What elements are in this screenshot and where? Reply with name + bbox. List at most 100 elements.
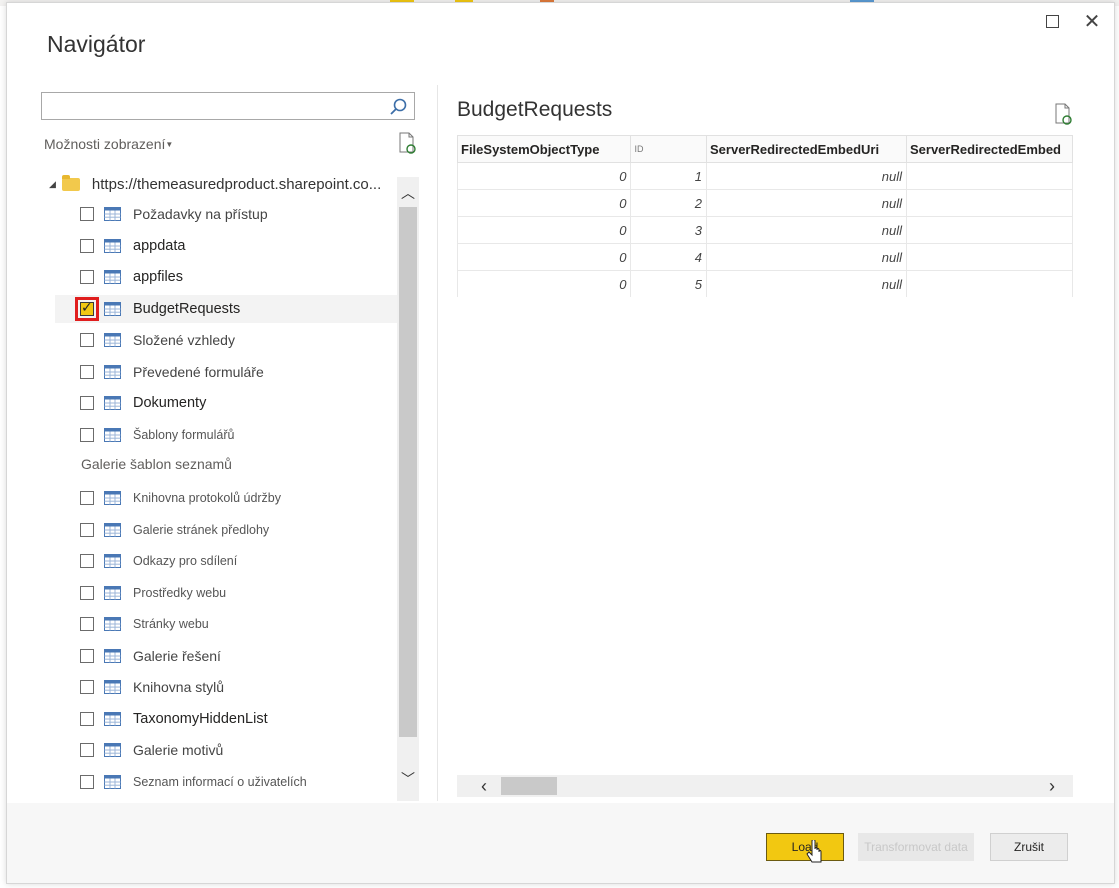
group-label: Galerie šablon seznamů: [81, 456, 232, 472]
tree-item-label: Galerie motivů: [133, 742, 224, 758]
table-icon: [104, 301, 121, 316]
tree-item[interactable]: appdata: [55, 232, 403, 260]
tree-item[interactable]: Dokumenty: [55, 389, 403, 417]
checkbox[interactable]: [80, 711, 94, 726]
close-icon[interactable]: ✕: [1081, 11, 1103, 33]
load-button[interactable]: Load: [766, 833, 844, 861]
tree-item[interactable]: Stránky webu: [55, 610, 403, 638]
scroll-up-icon[interactable]: ︿: [397, 183, 419, 205]
expand-triangle-icon[interactable]: ◢: [49, 179, 56, 190]
table-icon: [104, 680, 121, 694]
tree-item[interactable]: Složené vzhledy: [55, 326, 403, 354]
checkbox[interactable]: [80, 207, 94, 221]
table-row: 0 5 null: [457, 270, 1073, 297]
tree-item[interactable]: appfiles: [55, 263, 403, 291]
tree-root-site[interactable]: ◢ https://themeasuredproduct.sharepoint.…: [49, 173, 381, 195]
preview-refresh-icon[interactable]: [1053, 103, 1073, 125]
tree-root-label: https://themeasuredproduct.sharepoint.co…: [91, 175, 382, 193]
tree-item-label: Šablony formulářů: [133, 427, 235, 442]
scrollbar-thumb[interactable]: [399, 207, 417, 737]
table-cell: 2: [630, 189, 707, 217]
checkbox[interactable]: [80, 396, 94, 410]
tree-item-label: BudgetRequests: [133, 300, 241, 317]
table-icon: [104, 427, 121, 442]
column-header: FileSystemObjectType: [457, 135, 632, 163]
scroll-left-icon[interactable]: ‹: [473, 775, 495, 797]
scroll-right-icon[interactable]: ›: [1041, 775, 1063, 797]
table-icon: [104, 333, 121, 347]
checkbox[interactable]: [80, 648, 94, 663]
navigator-dialog: Navigátor ✕ Možnosti zobrazení▼ ◢ https:…: [6, 2, 1115, 884]
tree-item[interactable]: Knihovna protokolů údržby: [55, 484, 403, 512]
search-icon[interactable]: [388, 97, 408, 117]
checkbox[interactable]: [80, 491, 94, 505]
table-cell: null: [706, 189, 907, 217]
tree-item[interactable]: Galerie motivů: [55, 736, 403, 764]
scroll-down-icon[interactable]: ﹀: [397, 769, 419, 791]
table-icon: [104, 207, 121, 221]
search-input[interactable]: [41, 92, 415, 120]
navigator-tree: ◢ https://themeasuredproduct.sharepoint.…: [41, 167, 431, 801]
tree-item[interactable]: Knihovna stylů: [55, 673, 403, 701]
chevron-down-icon: ▼: [165, 140, 174, 149]
table-cell: null: [706, 216, 907, 244]
table-icon: [104, 270, 121, 284]
table-cell: 4: [630, 243, 707, 271]
tree-item[interactable]: Galerie stránek předlohy: [55, 516, 403, 544]
tree-item[interactable]: Prostředky webu: [55, 579, 403, 607]
preview-horizontal-scrollbar[interactable]: ‹ ›: [457, 775, 1073, 797]
checkbox[interactable]: [80, 680, 94, 694]
table-row: 0 3 null: [457, 216, 1073, 244]
checkbox[interactable]: [80, 299, 94, 316]
tree-item-label: Dokumenty: [133, 395, 207, 411]
tree-item-label: Převedené formuláře: [133, 363, 264, 380]
preview-table: FileSystemObjectType ID ServerRedirected…: [457, 135, 1073, 297]
checkbox[interactable]: [80, 238, 94, 253]
maximize-icon[interactable]: [1041, 11, 1063, 33]
checkbox[interactable]: [80, 554, 94, 568]
checkbox[interactable]: [80, 743, 94, 757]
tree-scrollbar[interactable]: ︿ ﹀: [397, 177, 419, 801]
table-cell: 0: [457, 162, 632, 190]
horizontal-scrollbar-thumb[interactable]: [501, 777, 557, 795]
checkbox[interactable]: [80, 774, 94, 789]
tree-item[interactable]: TaxonomyHiddenList: [55, 705, 403, 733]
table-cell: null: [706, 270, 907, 297]
table-icon: [104, 491, 121, 505]
table-icon: [104, 364, 121, 379]
tree-item-label: Prostředky webu: [133, 585, 227, 600]
table-cell: 1: [630, 162, 707, 190]
tree-item[interactable]: Seznam informací o uživatelích: [55, 768, 403, 796]
tree-item-label: Požadavky na přístup: [133, 206, 268, 222]
column-header: ServerRedirectedEmbed: [905, 135, 1073, 163]
checkbox[interactable]: [80, 333, 94, 347]
preview-grid: FileSystemObjectType ID ServerRedirected…: [457, 135, 1073, 297]
tree-item[interactable]: Převedené formuláře: [55, 358, 403, 386]
table-cell: 0: [457, 270, 632, 297]
checkbox[interactable]: [80, 427, 94, 442]
table-icon: [104, 617, 121, 631]
checkbox[interactable]: [80, 585, 94, 600]
table-row: 0 1 null: [457, 162, 1073, 190]
tree-item-label: Knihovna stylů: [133, 679, 225, 695]
checkbox[interactable]: [80, 522, 94, 537]
dialog-title: Navigátor: [47, 31, 146, 57]
tree-item[interactable]: BudgetRequests: [55, 294, 403, 323]
table-cell: [905, 189, 1073, 217]
tree-item[interactable]: Požadavky na přístup: [55, 200, 403, 228]
transform-data-button[interactable]: Transformovat data: [858, 833, 974, 861]
tree-item[interactable]: Šablony formulářů: [55, 421, 403, 449]
refresh-icon[interactable]: [397, 132, 417, 154]
tree-item-label: appfiles: [133, 269, 183, 285]
table-cell: 0: [457, 189, 632, 217]
tree-item[interactable]: Galerie řešení: [55, 642, 403, 670]
table-cell: 0: [457, 216, 632, 244]
checkbox[interactable]: [80, 617, 94, 631]
checkbox[interactable]: [80, 270, 94, 284]
checkbox[interactable]: [80, 364, 94, 379]
cancel-button[interactable]: Zrušit: [990, 833, 1068, 861]
table-icon: [104, 522, 121, 537]
display-options-dropdown[interactable]: Možnosti zobrazení▼: [44, 136, 173, 152]
table-icon: [104, 396, 121, 410]
tree-item[interactable]: Odkazy pro sdílení: [55, 547, 403, 575]
